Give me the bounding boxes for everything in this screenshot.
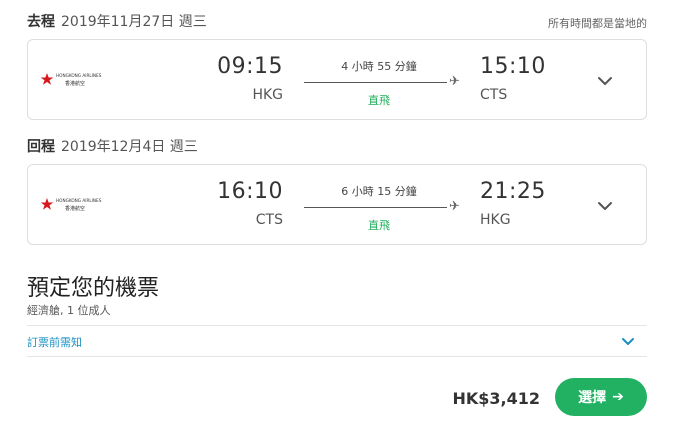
arrival-time: 15:10 bbox=[480, 54, 546, 79]
plane-icon: ✈ bbox=[449, 199, 460, 214]
outbound-date: 2019年11月27日 週三 bbox=[61, 14, 207, 30]
flight-duration: 6 小時 15 分鐘 bbox=[341, 185, 417, 198]
divider bbox=[27, 356, 647, 357]
route-line bbox=[304, 82, 447, 83]
timezone-note: 所有時間都是當地的 bbox=[548, 17, 647, 30]
total-price: HK$3,412 bbox=[452, 389, 540, 408]
chevron-down-icon[interactable] bbox=[618, 334, 638, 350]
departure-time: 09:15 bbox=[217, 54, 283, 79]
outbound-label: 去程 bbox=[27, 14, 55, 30]
airline-name-zh: 香港航空 bbox=[65, 80, 85, 87]
departure-airport: CTS bbox=[255, 212, 283, 228]
outbound-header: 去程 2019年11月27日 週三 bbox=[27, 10, 207, 32]
chevron-down-icon[interactable] bbox=[594, 195, 616, 217]
direct-label: 直飛 bbox=[368, 219, 390, 232]
arrival-airport: HKG bbox=[480, 212, 511, 228]
booking-title: 預定您的機票 bbox=[27, 276, 160, 301]
arrival-time: 21:25 bbox=[480, 179, 546, 204]
return-label: 回程 bbox=[27, 139, 55, 155]
airline-name-en: HONGKONG AIRLINES bbox=[56, 198, 102, 203]
select-button-label: 選擇 bbox=[578, 390, 607, 406]
booking-notice-link[interactable]: 訂票前需知 bbox=[27, 334, 82, 350]
direct-label: 直飛 bbox=[368, 94, 390, 107]
select-button[interactable]: 選擇 ➔ bbox=[555, 378, 647, 416]
flight-duration: 4 小時 55 分鐘 bbox=[341, 60, 417, 73]
airline-name-en: HONGKONG AIRLINES bbox=[56, 73, 102, 78]
chevron-down-icon[interactable] bbox=[594, 70, 616, 92]
arrow-right-icon: ➔ bbox=[612, 389, 624, 405]
divider bbox=[27, 325, 647, 326]
airline-logo: HONGKONG AIRLINES 香港航空 bbox=[40, 192, 106, 216]
booking-subtitle: 經濟艙, 1 位成人 bbox=[27, 304, 111, 317]
outbound-flight-card[interactable]: HONGKONG AIRLINES 香港航空 09:15 HKG 4 小時 55… bbox=[27, 39, 647, 120]
return-flight-card[interactable]: HONGKONG AIRLINES 香港航空 16:10 CTS 6 小時 15… bbox=[27, 164, 647, 245]
return-date: 2019年12月4日 週三 bbox=[61, 139, 198, 155]
departure-airport: HKG bbox=[252, 87, 283, 103]
airline-name-zh: 香港航空 bbox=[65, 205, 85, 212]
return-header: 回程 2019年12月4日 週三 bbox=[27, 135, 198, 157]
route-line bbox=[304, 207, 447, 208]
departure-time: 16:10 bbox=[217, 179, 283, 204]
airline-logo: HONGKONG AIRLINES 香港航空 bbox=[40, 67, 106, 91]
arrival-airport: CTS bbox=[480, 87, 508, 103]
plane-icon: ✈ bbox=[449, 74, 460, 89]
